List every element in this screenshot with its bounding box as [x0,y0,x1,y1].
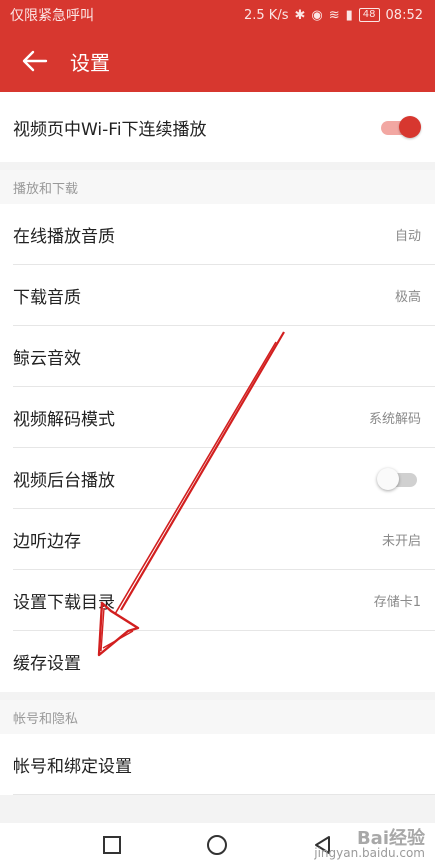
setting-label: 在线播放音质 [13,227,115,247]
setting-value: 系统解码 [368,412,421,427]
settings-content: 视频页中Wi-Fi下连续播放 播放和下载 在线播放音质 自动 下载音质 极高 鲸… [0,92,435,823]
setting-label: 缓存设置 [13,654,81,674]
setting-label: 视频后台播放 [13,471,115,491]
watermark-brand: Bai经验 [356,828,425,849]
section-gap [0,162,435,170]
setting-value: 自动 [394,229,421,244]
carrier-status: 仅限紧急呼叫 [10,8,94,24]
setting-label: 设置下载目录 [13,593,115,613]
setting-video-background[interactable]: 视频后台播放 [0,448,435,509]
watermark: Bai经验 jingyan.baidu.com [314,828,425,861]
status-icons: 2.5 K/s ✱ ◉ ≋ ▮ 48 08:52 [244,8,423,23]
setting-video-decode[interactable]: 视频解码模式 系统解码 [0,387,435,448]
setting-account-binding[interactable]: 帐号和绑定设置 [0,734,435,795]
setting-cache[interactable]: 缓存设置 [0,631,435,692]
setting-value: 存储卡1 [373,595,421,610]
battery-icon: 48 [358,8,380,22]
back-button[interactable] [0,30,70,92]
bluetooth-icon: ✱ [294,7,306,23]
setting-label: 边听边存 [13,532,81,552]
section-gap [0,692,435,700]
section-header-play: 播放和下载 [0,170,435,204]
play-download-list: 在线播放音质 自动 下载音质 极高 鲸云音效 视频解码模式 系统解码 视频后台播… [0,204,435,692]
page-title: 设置 [70,50,110,75]
signal-icon: ▮ [345,7,353,23]
setting-download-quality[interactable]: 下载音质 极高 [0,265,435,326]
setting-label: 视频页中Wi-Fi下连续播放 [13,119,207,140]
clock: 08:52 [385,7,423,23]
section-header-account: 帐号和隐私 [0,700,435,734]
setting-sound-effect[interactable]: 鲸云音效 [0,326,435,387]
watermark-url: jingyan.baidu.com [314,846,425,860]
setting-wifi-autoplay[interactable]: 视频页中Wi-Fi下连续播放 [0,92,435,162]
setting-online-quality[interactable]: 在线播放音质 自动 [0,204,435,265]
eye-icon: ◉ [311,7,323,23]
setting-download-dir[interactable]: 设置下载目录 存储卡1 [0,570,435,631]
wifi-icon: ≋ [328,7,340,23]
toggle-knob [377,467,399,490]
wifi-autoplay-toggle[interactable] [377,116,421,138]
toggle-knob [399,116,421,138]
back-arrow-icon [22,50,48,72]
account-list: 帐号和绑定设置 [0,734,435,795]
app-bar: 设置 [0,30,435,92]
setting-label: 视频解码模式 [13,410,115,430]
setting-value: 极高 [394,290,421,305]
setting-label: 下载音质 [13,288,81,308]
home-circle-icon[interactable] [206,834,228,856]
setting-label: 帐号和绑定设置 [13,757,132,777]
setting-value: 未开启 [381,534,421,549]
setting-listen-save[interactable]: 边听边存 未开启 [0,509,435,570]
video-background-toggle[interactable] [377,467,421,490]
status-bar: 仅限紧急呼叫 2.5 K/s ✱ ◉ ≋ ▮ 48 08:52 [0,0,435,30]
recents-square-icon[interactable] [102,835,122,855]
network-speed: 2.5 K/s [244,7,289,23]
setting-label: 鲸云音效 [13,349,81,369]
